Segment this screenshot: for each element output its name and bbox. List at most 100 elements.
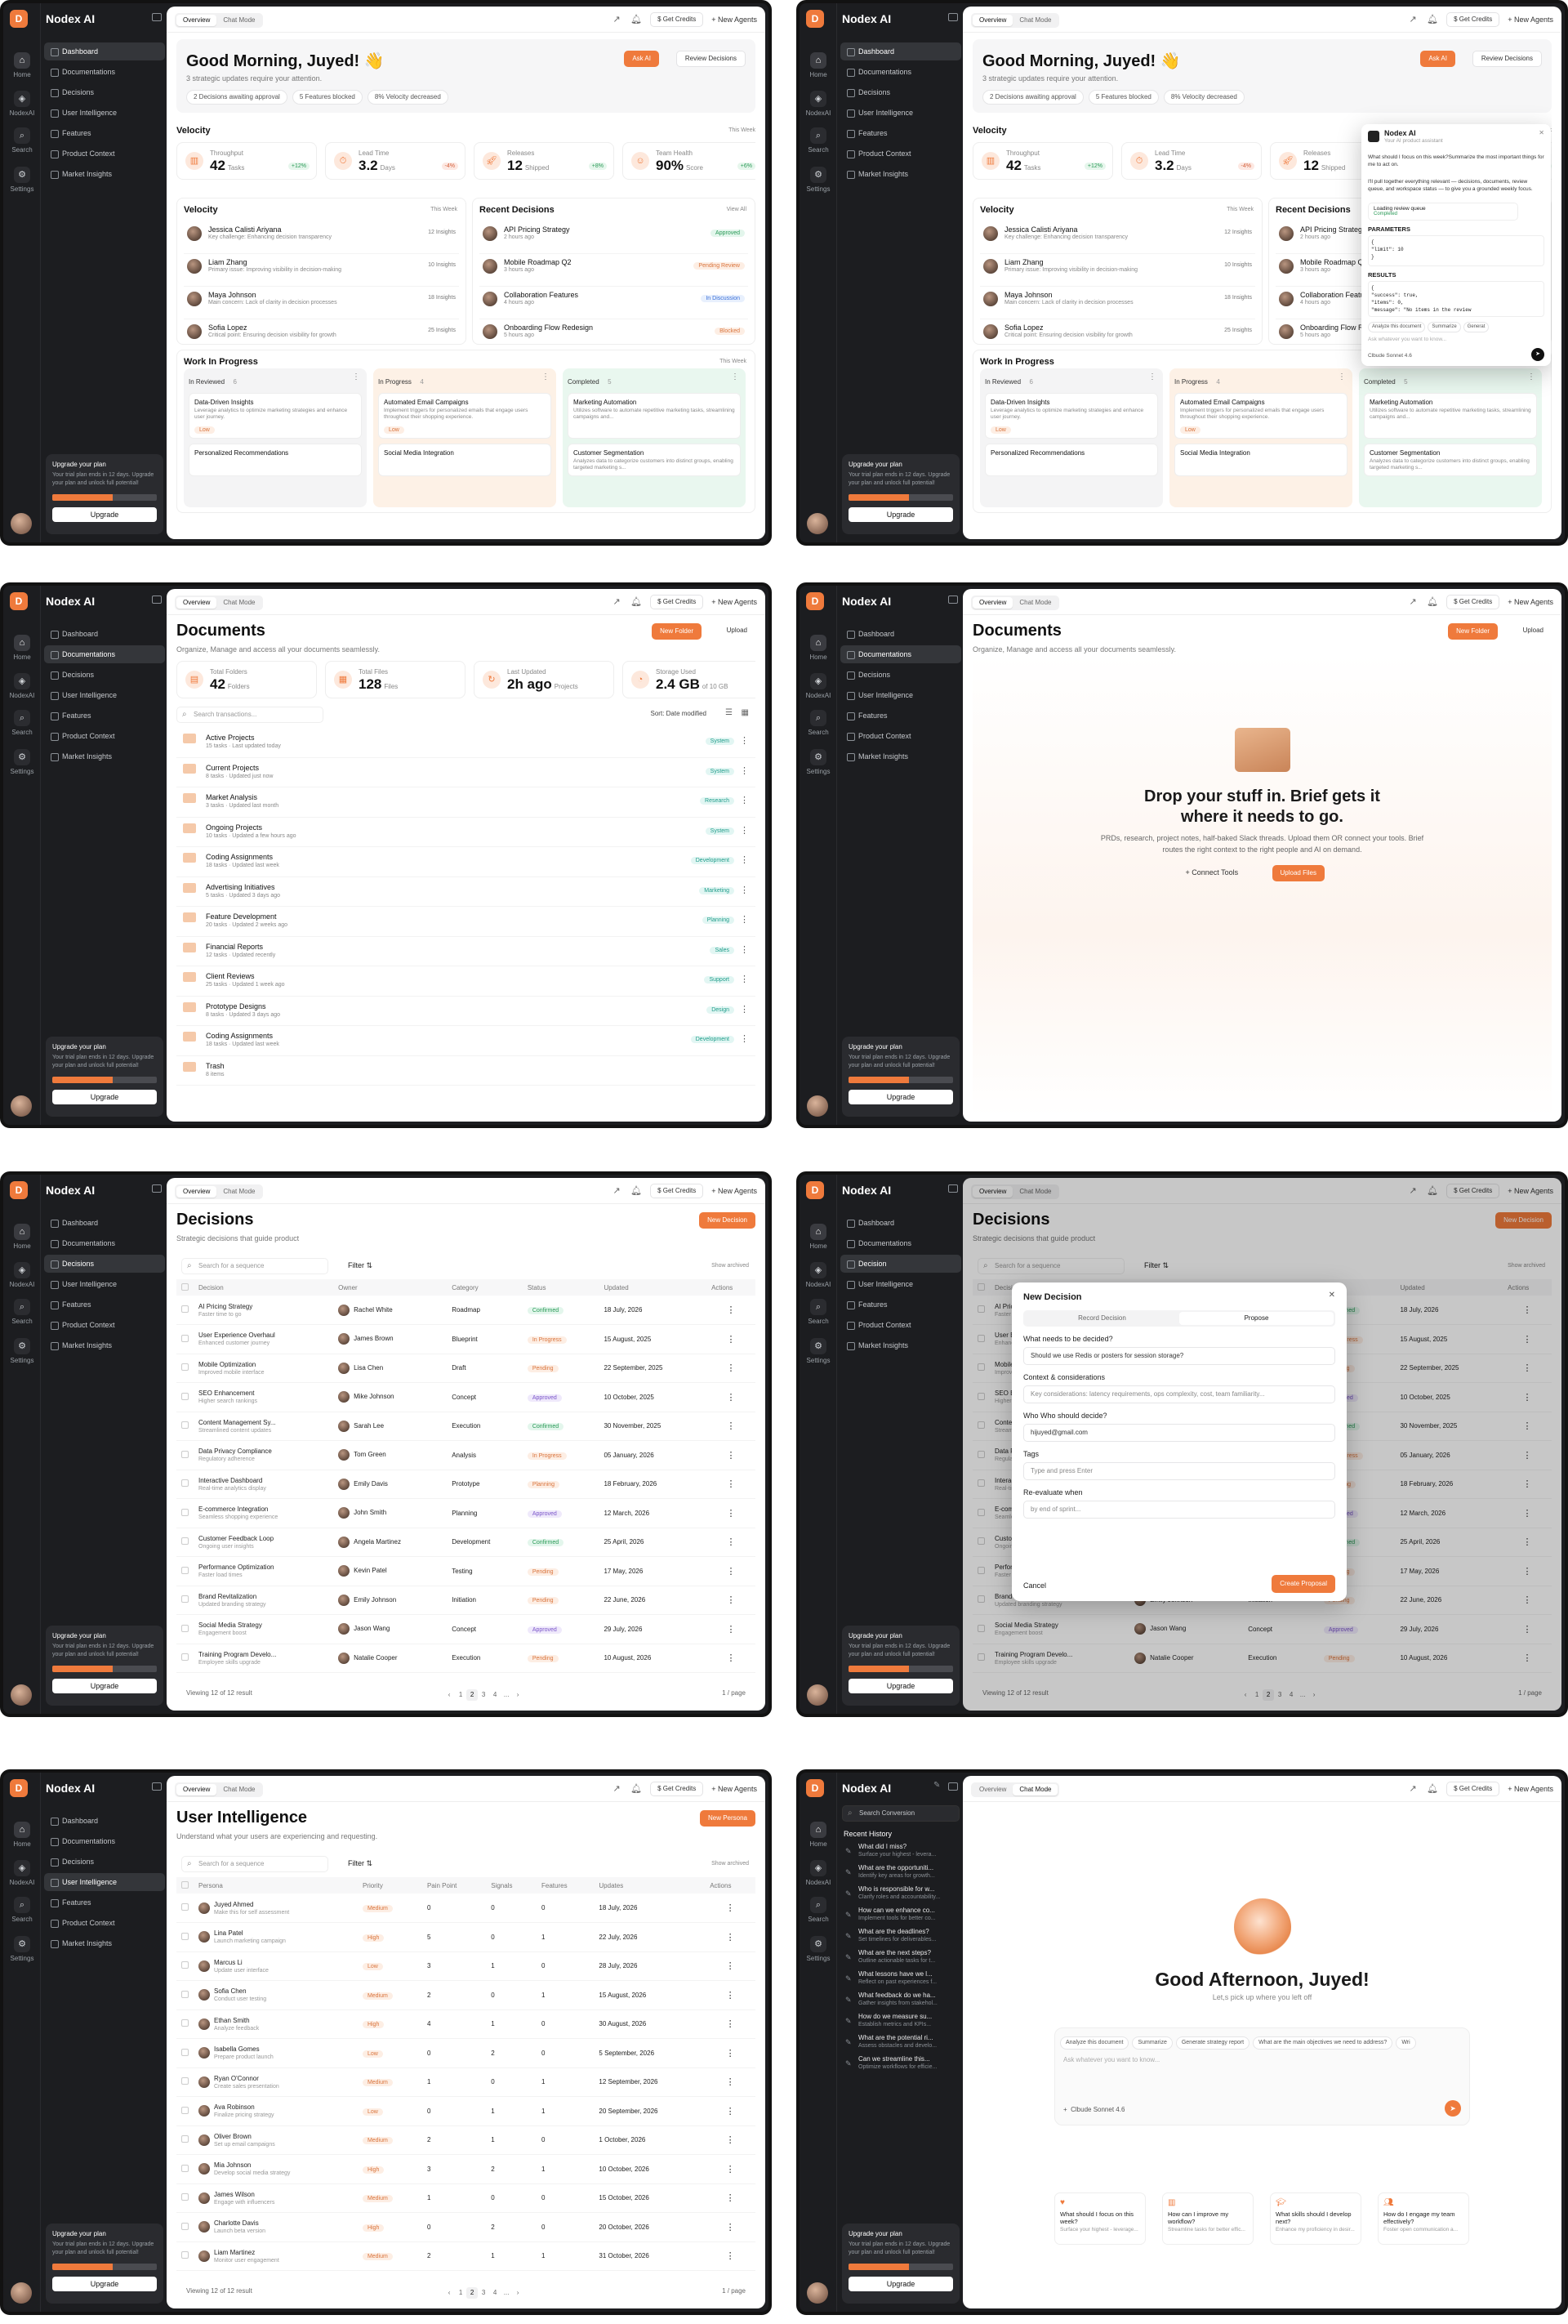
table-row[interactable]: Customer Feedback LoopOngoing user insig… [176, 1528, 755, 1557]
task-card[interactable]: Marketing Automation Utilizes software to… [568, 393, 741, 439]
table-row[interactable]: Isabella Gomes Prepare product launch Low… [176, 2038, 755, 2068]
suggestion-card[interactable]: ♥ What should I focus on this week? Surfac… [1054, 2192, 1146, 2245]
sidebar-item-user-intelligence[interactable]: User Intelligence [840, 104, 961, 122]
sidebar-item-features[interactable]: Features [840, 124, 961, 142]
bell-icon[interactable]: 🔔︎ [630, 1185, 642, 1197]
close-icon[interactable]: ✕ [1539, 129, 1544, 136]
more-icon[interactable]: ⋮ [706, 1324, 755, 1354]
sidebar-item-decisions[interactable]: Decisions [840, 83, 961, 101]
get-credits-button[interactable]: $ Get Credits [650, 1782, 704, 1796]
tool-call-card[interactable]: Loading review queue Completed [1368, 203, 1518, 221]
history-item[interactable]: What are the opportuniti... Identify key … [840, 1864, 961, 1885]
bell-icon[interactable]: 🔔︎ [630, 14, 642, 25]
rail-search[interactable]: ⌕ Search [800, 1299, 837, 1325]
new-folder-button[interactable]: New Folder [1448, 623, 1498, 640]
sidebar-item-documentations[interactable]: Documentations [840, 63, 961, 81]
folder-row[interactable]: Coding Assignments 18 tasks · Updated las… [176, 847, 755, 877]
row-checkbox[interactable] [181, 1990, 189, 1998]
review-decisions-button[interactable]: Review Decisions [675, 51, 746, 67]
sidebar-item-features[interactable]: Features [840, 1296, 961, 1314]
sidebar-item-decisions[interactable]: Decisions [44, 1853, 165, 1871]
sidebar-item-dashboard[interactable]: Dashboard [44, 1812, 165, 1830]
more-icon[interactable]: ⋮ [706, 1556, 755, 1586]
quick-action-chip[interactable]: Generat [1463, 322, 1490, 332]
sidebar-item-market-insights[interactable]: Market Insights [840, 1336, 961, 1354]
rail-home[interactable]: ⌂ Home [800, 1822, 837, 1848]
share-icon[interactable]: ↗ [611, 1783, 622, 1795]
send-icon[interactable]: ➤ [1531, 348, 1544, 361]
get-credits-button[interactable]: $ Get Credits [650, 12, 704, 27]
sidebar-item-user-intelligence[interactable]: User Intelligence [44, 686, 165, 704]
folder-row[interactable]: Current Projects 8 tasks · Updated just n… [176, 758, 755, 787]
folder-row[interactable]: Client Reviews 25 tasks · Updated 1 week … [176, 966, 755, 997]
page-number[interactable]: 3 [478, 1689, 489, 1701]
table-row[interactable]: User Experience OverhaulEnhanced custome… [176, 1324, 755, 1354]
sidebar-item-product-context[interactable]: Product Context [840, 1316, 961, 1334]
upgrade-button[interactable]: Upgrade [52, 1679, 157, 1693]
rail-search[interactable]: ⌕ Search [800, 1897, 837, 1923]
more-icon[interactable]: ⋮ [706, 1644, 755, 1673]
sidebar-item-documentations[interactable]: Documentations [840, 645, 961, 663]
sidebar-item-user-intelligence[interactable]: User Intelligence [44, 104, 165, 122]
reevaluate-input[interactable]: by end of sprint... [1023, 1501, 1335, 1519]
chat-input[interactable]: Ask whatever you want to know... [1063, 2056, 1160, 2063]
sidebar-item-decisions[interactable]: Decisions [840, 666, 961, 684]
suggestion-card[interactable]: 🎓︎ What skills should I develop next? Enha… [1270, 2192, 1361, 2245]
model-select[interactable]: Clbude Sonnet 4.6 [1368, 353, 1412, 359]
close-icon[interactable]: ✕ [1329, 1291, 1335, 1300]
more-icon[interactable]: ⋮ [352, 372, 360, 381]
new-chat-icon[interactable]: ✎ [933, 1781, 940, 1790]
create-proposal-button[interactable]: Create Proposal [1272, 1575, 1335, 1593]
more-icon[interactable]: ⋮ [740, 854, 749, 865]
more-icon[interactable]: ⋮ [706, 1614, 755, 1644]
sidebar-item-decisions[interactable]: Decisions [44, 83, 165, 101]
alert-chip[interactable]: 8% Velocity decreased [1163, 90, 1245, 105]
new-agents-button[interactable]: + New Agents [1508, 598, 1553, 606]
task-card[interactable]: Automated Email Campaigns Implement trigg… [378, 393, 551, 439]
send-icon[interactable]: ➤ [1445, 2100, 1461, 2117]
rail-search[interactable]: ⌕ Search [800, 127, 837, 154]
sidebar-item-product-context[interactable]: Product Context [44, 145, 165, 163]
task-card[interactable]: Social Media Integration [378, 444, 551, 476]
row-checkbox[interactable] [181, 2135, 189, 2143]
bell-icon[interactable]: 🔔︎ [630, 1783, 642, 1795]
search-input[interactable]: Search transactions... [176, 707, 323, 723]
task-card[interactable]: Customer Segmentation Analyzes data to ca… [1364, 444, 1537, 476]
row-checkbox[interactable] [181, 2222, 189, 2230]
rail-settings[interactable]: ⚙ Settings [3, 167, 41, 193]
sidebar-item-market-insights[interactable]: Market Insights [840, 747, 961, 765]
row-checkbox[interactable] [181, 1566, 189, 1574]
sidebar-item-features[interactable]: Features [44, 1296, 165, 1314]
task-card[interactable]: Data-Driven Insights Leverage analytics t… [985, 393, 1158, 439]
more-icon[interactable]: ⋮ [706, 1440, 755, 1470]
rail-home[interactable]: ⌂ Home [3, 52, 41, 78]
more-icon[interactable]: ⋮ [740, 1033, 749, 1044]
decider-input[interactable]: hijuyed@gmail.com [1023, 1424, 1335, 1442]
insight-row[interactable]: Jessica Calisti Ariyana Key challenge: En… [980, 221, 1255, 254]
row-checkbox[interactable] [181, 2048, 189, 2056]
row-checkbox[interactable] [181, 2193, 189, 2201]
new-agents-button[interactable]: + New Agents [711, 1187, 757, 1195]
history-item[interactable]: What feedback do we ha... Gather insights… [840, 1992, 961, 2013]
history-item[interactable]: What are the potential ri... Assess obsta… [840, 2034, 961, 2055]
upgrade-button[interactable]: Upgrade [52, 2277, 157, 2291]
suggestion-card[interactable]: ▥ How can I improve my workflow? Streamlin… [1162, 2192, 1254, 2245]
task-card[interactable]: Data-Driven Insights Leverage analytics t… [189, 393, 362, 439]
table-row[interactable]: Juyed Ahmed Make this for self assessment… [176, 1894, 755, 1923]
quick-action-chip[interactable]: Summarize [1428, 322, 1461, 332]
more-icon[interactable]: ⋮ [705, 2241, 755, 2271]
bell-icon[interactable]: 🔔︎ [1427, 14, 1438, 25]
row-checkbox[interactable] [181, 1537, 189, 1546]
quick-action-chip[interactable]: Analyze this document [1368, 322, 1426, 332]
get-credits-button[interactable]: $ Get Credits [1446, 595, 1500, 609]
rail-nodexai[interactable]: ◈ NodexAI [800, 91, 837, 117]
folder-row[interactable]: Feature Development 20 tasks · Updated 2 … [176, 907, 755, 937]
more-icon[interactable]: ⋮ [740, 1004, 749, 1015]
period-dropdown[interactable]: This Week [430, 207, 457, 212]
sidebar-item-documentations[interactable]: Documentations [44, 1832, 165, 1850]
decision-row[interactable]: Mobile Roadmap Q23 hours ago Pending Revi… [479, 254, 748, 287]
user-avatar[interactable] [807, 1684, 828, 1706]
more-icon[interactable]: ⋮ [1338, 372, 1346, 381]
sidebar-toggle-icon[interactable] [152, 13, 162, 21]
cancel-button[interactable]: Cancel [1023, 1581, 1046, 1590]
